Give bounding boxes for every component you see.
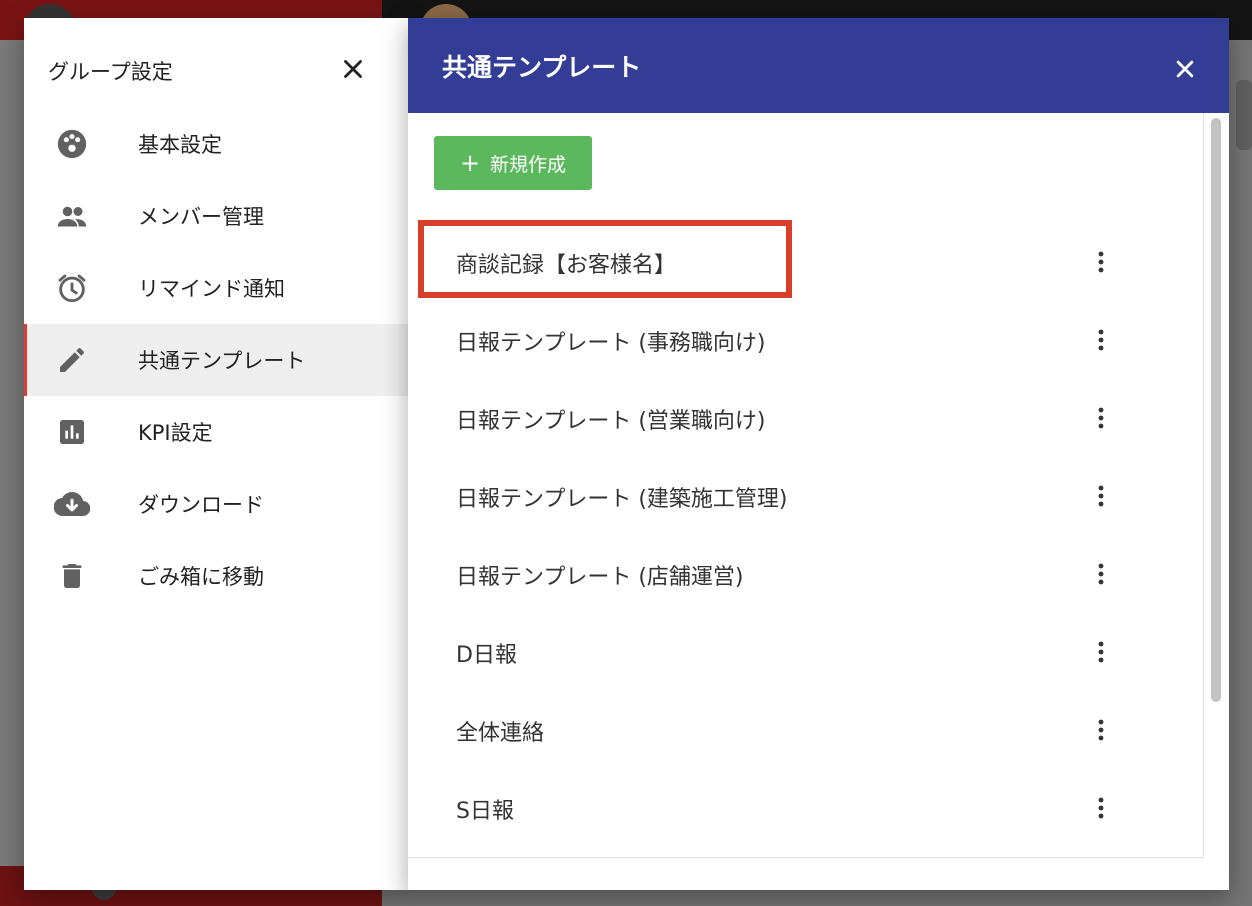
more-vert-icon[interactable] <box>1090 479 1112 513</box>
more-vert-icon[interactable] <box>1090 791 1112 825</box>
template-name: S日報 <box>456 799 514 824</box>
menu-item-label: KPI設定 <box>138 421 213 445</box>
bar-chart-icon <box>54 414 90 450</box>
new-template-button[interactable]: + 新規作成 <box>434 136 592 190</box>
palette-icon <box>54 126 90 162</box>
scrollbar[interactable] <box>1207 118 1225 714</box>
template-name: 日報テンプレート (店舗運営) <box>456 565 744 590</box>
template-list: 商談記録【お客様名】 日報テンプレート (事務職向け) 日報テンプレート (営業… <box>408 220 1203 847</box>
alarm-icon <box>54 270 90 306</box>
template-row[interactable]: 日報テンプレート (事務職向け) <box>408 301 1203 379</box>
menu-item-reminder[interactable]: リマインド通知 <box>24 252 408 324</box>
template-row[interactable]: 日報テンプレート (建築施工管理) <box>408 457 1203 535</box>
template-name: 日報テンプレート (建築施工管理) <box>456 487 788 512</box>
common-template-panel: 共通テンプレート + 新規作成 商談記録【お客様名】 日報テンプレート (事務職… <box>408 18 1229 890</box>
cloud-download-icon <box>54 486 90 522</box>
menu-item-label: ダウンロード <box>138 493 264 517</box>
menu-item-label: 基本設定 <box>138 133 222 157</box>
group-settings-title: グループ設定 <box>48 60 173 84</box>
template-name: 全体連絡 <box>456 721 545 746</box>
background-scroll-strip <box>1236 80 1252 150</box>
menu-item-move-to-trash[interactable]: ごみ箱に移動 <box>24 540 408 612</box>
menu-item-label: 共通テンプレート <box>138 349 306 373</box>
template-row[interactable]: 日報テンプレート (営業職向け) <box>408 379 1203 457</box>
template-name: 日報テンプレート (営業職向け) <box>456 409 766 434</box>
menu-item-kpi-settings[interactable]: KPI設定 <box>24 396 408 468</box>
panel-title: 共通テンプレート <box>442 53 642 82</box>
template-content: + 新規作成 商談記録【お客様名】 日報テンプレート (事務職向け) 日報テンプ… <box>408 113 1204 858</box>
menu-item-label: リマインド通知 <box>138 277 285 301</box>
pencil-icon <box>54 342 90 378</box>
template-name: 日報テンプレート (事務職向け) <box>456 331 766 356</box>
more-vert-icon[interactable] <box>1090 713 1112 747</box>
close-icon[interactable] <box>338 54 368 84</box>
template-row[interactable]: S日報 <box>408 769 1203 847</box>
menu-item-label: ごみ箱に移動 <box>138 565 264 589</box>
template-row[interactable]: 全体連絡 <box>408 691 1203 769</box>
group-settings-panel: グループ設定 基本設定 メンバー管理 リマインド通知 共通テンプレート KPI設… <box>24 18 408 890</box>
menu-item-member-management[interactable]: メンバー管理 <box>24 180 408 252</box>
settings-menu: 基本設定 メンバー管理 リマインド通知 共通テンプレート KPI設定 ダウンロー… <box>24 108 408 612</box>
plus-icon: + <box>459 149 481 177</box>
template-name: D日報 <box>456 643 517 668</box>
more-vert-icon[interactable] <box>1090 635 1112 669</box>
menu-item-basic-settings[interactable]: 基本設定 <box>24 108 408 180</box>
more-vert-icon[interactable] <box>1090 401 1112 435</box>
new-template-button-label: 新規作成 <box>490 153 567 176</box>
scrollbar-thumb[interactable] <box>1211 118 1221 702</box>
menu-item-download[interactable]: ダウンロード <box>24 468 408 540</box>
panel-header: 共通テンプレート <box>408 18 1229 113</box>
more-vert-icon[interactable] <box>1090 557 1112 591</box>
menu-item-label: メンバー管理 <box>138 205 264 229</box>
template-row[interactable]: 日報テンプレート (店舗運営) <box>408 535 1203 613</box>
template-row[interactable]: D日報 <box>408 613 1203 691</box>
menu-item-common-template[interactable]: 共通テンプレート <box>24 324 408 396</box>
more-vert-icon[interactable] <box>1090 323 1112 357</box>
close-icon[interactable] <box>1170 54 1200 84</box>
more-vert-icon[interactable] <box>1090 245 1112 279</box>
template-row[interactable]: 商談記録【お客様名】 <box>408 220 1203 301</box>
template-name: 商談記録【お客様名】 <box>456 253 677 278</box>
people-icon <box>54 198 90 234</box>
trash-icon <box>54 558 90 594</box>
